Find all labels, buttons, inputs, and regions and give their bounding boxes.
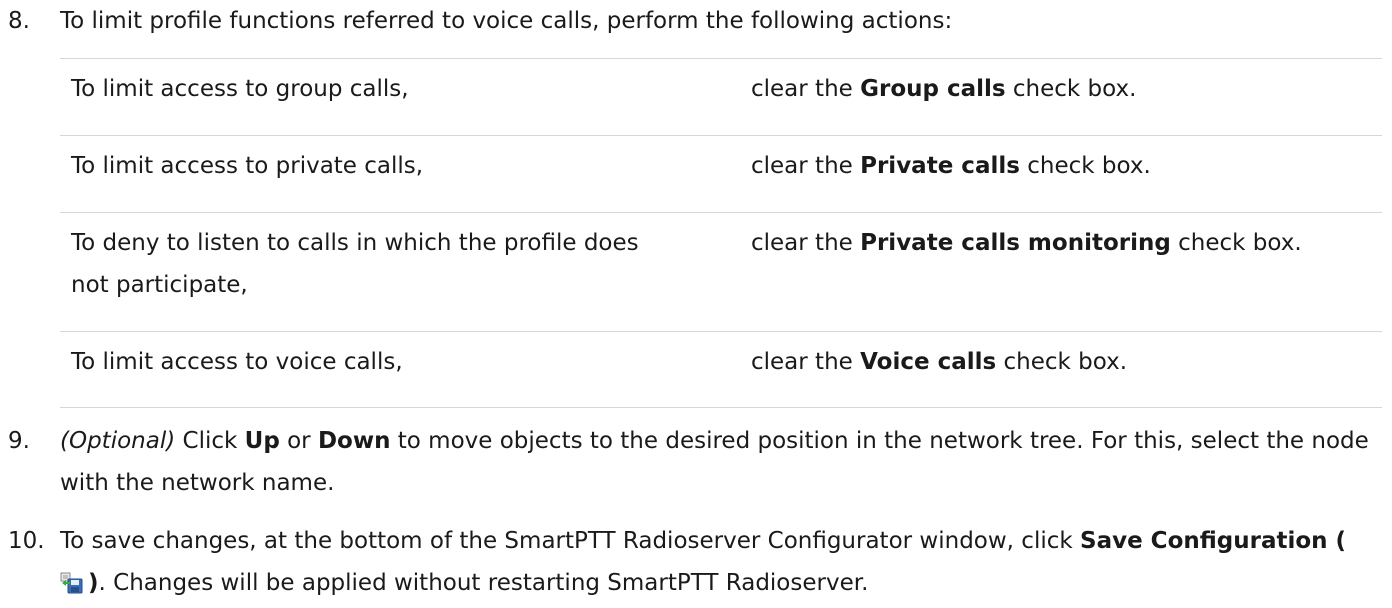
action-prefix: clear the <box>751 76 861 102</box>
actions-table: To limit access to group calls, clear th… <box>60 58 1382 408</box>
action-prefix: clear the <box>751 230 861 256</box>
text-run: . Changes will be applied without restar… <box>98 570 869 596</box>
table-row: To limit access to group calls, clear th… <box>60 58 1382 135</box>
action-suffix: check box. <box>996 349 1128 375</box>
text-run: Click <box>175 428 245 454</box>
save-configuration-icon <box>60 566 84 594</box>
step-number: 8. <box>8 8 30 34</box>
action-prefix: clear the <box>751 349 861 375</box>
condition-cell: To limit access to group calls, <box>71 76 409 102</box>
step-text: To limit profile functions referred to v… <box>60 8 953 34</box>
save-configuration-close: ) <box>88 570 99 596</box>
option-name: Private calls <box>860 153 1020 179</box>
table-row: To limit access to voice calls, clear th… <box>60 331 1382 408</box>
table-row: To deny to listen to calls in which the … <box>60 212 1382 331</box>
action-suffix: check box. <box>1170 230 1302 256</box>
step-number: 9. <box>8 428 30 454</box>
condition-cell: To limit access to voice calls, <box>71 349 403 375</box>
condition-cell: To deny to listen to calls in which the … <box>71 230 639 298</box>
option-name: Group calls <box>860 76 1006 102</box>
text-run: or <box>279 428 318 454</box>
option-name: Voice calls <box>860 349 997 375</box>
step-text: To save changes, at the bottom of the Sm… <box>60 520 1382 604</box>
step-number: 10. <box>8 528 45 554</box>
text-run: To save changes, at the bottom of the Sm… <box>60 528 1080 554</box>
action-cell: clear the Private calls monitoring check… <box>751 222 1371 264</box>
action-cell: clear the Private calls check box. <box>751 145 1371 187</box>
up-button-name: Up <box>244 428 280 454</box>
action-cell: clear the Voice calls check box. <box>751 341 1371 383</box>
save-configuration-name: Save Configuration ( <box>1080 528 1347 554</box>
action-cell: clear the Group calls check box. <box>751 68 1371 110</box>
table-row: To limit access to private calls, clear … <box>60 135 1382 212</box>
action-prefix: clear the <box>751 153 861 179</box>
condition-cell: To limit access to private calls, <box>71 153 424 179</box>
action-suffix: check box. <box>1019 153 1151 179</box>
down-button-name: Down <box>317 428 391 454</box>
step-text: (Optional) Click Up or Down to move obje… <box>60 420 1382 504</box>
option-name: Private calls monitoring <box>860 230 1171 256</box>
action-suffix: check box. <box>1005 76 1137 102</box>
optional-label: (Optional) <box>60 428 176 454</box>
